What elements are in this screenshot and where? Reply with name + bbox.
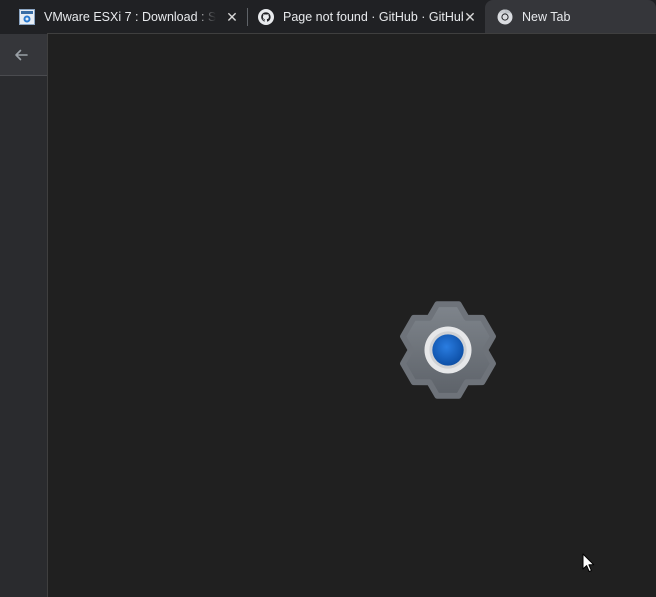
settings-gear-icon <box>400 301 496 399</box>
tab-strip: VMware ESXi 7 : Download : Serv ✕ Page n… <box>0 0 656 34</box>
close-icon[interactable]: ✕ <box>462 9 478 25</box>
tab-vmware-download[interactable]: VMware ESXi 7 : Download : Serv ✕ <box>0 0 246 34</box>
settings-splash-window <box>47 33 656 597</box>
github-icon <box>258 9 274 25</box>
vmware-page-icon <box>19 9 35 25</box>
browser-toolbar <box>0 34 48 76</box>
screen: VMware ESXi 7 : Download : Serv ✕ Page n… <box>0 0 656 597</box>
mouse-cursor-icon <box>582 553 595 573</box>
tab-title: VMware ESXi 7 : Download : Serv <box>44 10 216 24</box>
close-icon[interactable]: ✕ <box>224 9 240 25</box>
chrome-icon <box>497 9 513 25</box>
tab-github-not-found[interactable]: Page not found · GitHub · GitHub ✕ <box>248 0 484 34</box>
tab-title: New Tab <box>522 10 571 24</box>
arrow-left-icon <box>15 49 28 61</box>
tab-title: Page not found · GitHub · GitHub <box>283 10 463 24</box>
back-button[interactable] <box>8 43 34 67</box>
tab-new-tab[interactable]: New Tab <box>485 0 656 34</box>
browser-content-edge <box>0 76 47 597</box>
